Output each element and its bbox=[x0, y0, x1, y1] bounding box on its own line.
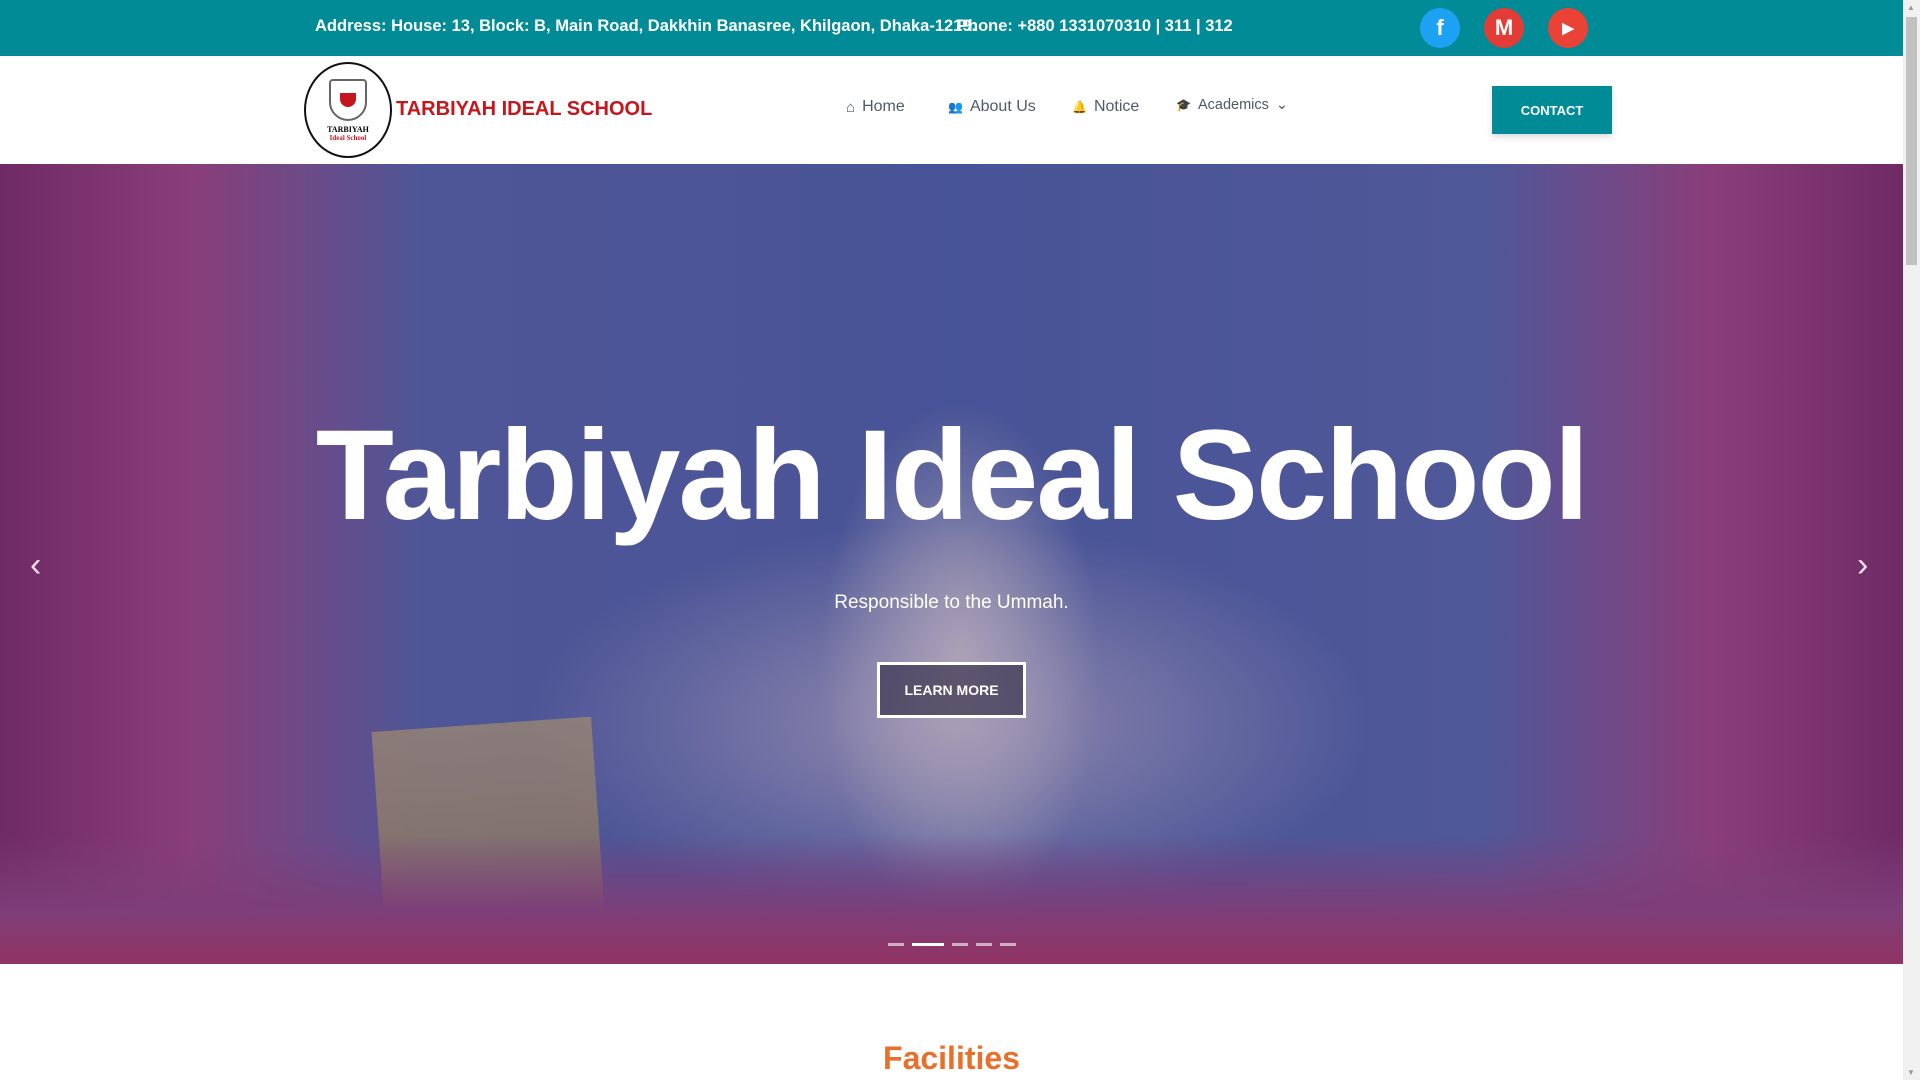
slide-dot-active[interactable] bbox=[911, 943, 944, 946]
chevron-left-icon[interactable]: ‹ bbox=[30, 546, 41, 585]
nav-about-us[interactable]: 👥 About Us bbox=[948, 98, 1036, 116]
nav-label: About Us bbox=[969, 98, 1036, 115]
brand-name[interactable]: TARBIYAH IDEAL SCHOOL bbox=[396, 98, 652, 121]
contact-button[interactable]: CONTACT bbox=[1492, 86, 1612, 134]
slide-indicators bbox=[0, 943, 1903, 946]
facebook-icon[interactable]: f bbox=[1420, 8, 1460, 48]
scrollbar-thumb[interactable] bbox=[1906, 17, 1917, 265]
facilities-heading: Facilities bbox=[883, 1040, 1020, 1076]
address-text: Address: House: 13, Block: B, Main Road,… bbox=[315, 17, 977, 35]
bell-icon: 🔔 bbox=[1072, 100, 1087, 114]
nav-label: Home bbox=[862, 98, 905, 115]
logo-text-2: Ideal School bbox=[329, 133, 367, 142]
gmail-icon[interactable]: M bbox=[1484, 8, 1524, 48]
main-navbar: TARBIYAH Ideal School TARBIYAH IDEAL SCH… bbox=[0, 56, 1903, 164]
slide-dot[interactable] bbox=[887, 943, 904, 946]
page: Address: House: 13, Block: B, Main Road,… bbox=[0, 0, 1903, 1080]
learn-more-button[interactable]: LEARN MORE bbox=[877, 662, 1026, 718]
phone-text: Phone: +880 1331070310 | 311 | 312 bbox=[957, 17, 1233, 35]
youtube-icon[interactable]: ▶ bbox=[1548, 8, 1588, 48]
scroll-down-icon[interactable]: ▼ bbox=[1907, 1068, 1915, 1077]
graduation-cap-icon: 🎓 bbox=[1176, 98, 1191, 112]
chevron-right-icon[interactable]: › bbox=[1857, 546, 1868, 585]
shield-emblem-icon bbox=[329, 78, 367, 121]
logo-text-1: TARBIYAH bbox=[327, 124, 369, 134]
hero-slider: Tarbiyah Ideal School Responsible to the… bbox=[0, 164, 1903, 964]
users-icon: 👥 bbox=[948, 100, 963, 114]
nav-notice[interactable]: 🔔 Notice bbox=[1072, 98, 1139, 116]
hero-title: Tarbiyah Ideal School bbox=[315, 404, 1590, 547]
hero-overlay bbox=[0, 164, 1903, 964]
slide-dot[interactable] bbox=[975, 943, 992, 946]
home-icon: ⌂ bbox=[846, 98, 856, 116]
slide-dot[interactable] bbox=[999, 943, 1016, 946]
scroll-up-icon[interactable]: ▲ bbox=[1907, 3, 1915, 12]
top-info-bar: Address: House: 13, Block: B, Main Road,… bbox=[0, 0, 1903, 56]
school-logo[interactable]: TARBIYAH Ideal School bbox=[304, 62, 392, 158]
nav-home[interactable]: ⌂ Home bbox=[846, 98, 905, 116]
chevron-down-icon: ⌄ bbox=[1275, 97, 1289, 113]
slide-dot[interactable] bbox=[951, 943, 968, 946]
nav-academics[interactable]: 🎓 Academics ⌄ bbox=[1176, 97, 1288, 113]
nav-label: Notice bbox=[1093, 98, 1140, 115]
scrollbar[interactable]: ▲ ▼ bbox=[1903, 0, 1920, 1080]
nav-label: Academics bbox=[1197, 97, 1269, 113]
hero-subtitle: Responsible to the Ummah. bbox=[834, 592, 1069, 613]
